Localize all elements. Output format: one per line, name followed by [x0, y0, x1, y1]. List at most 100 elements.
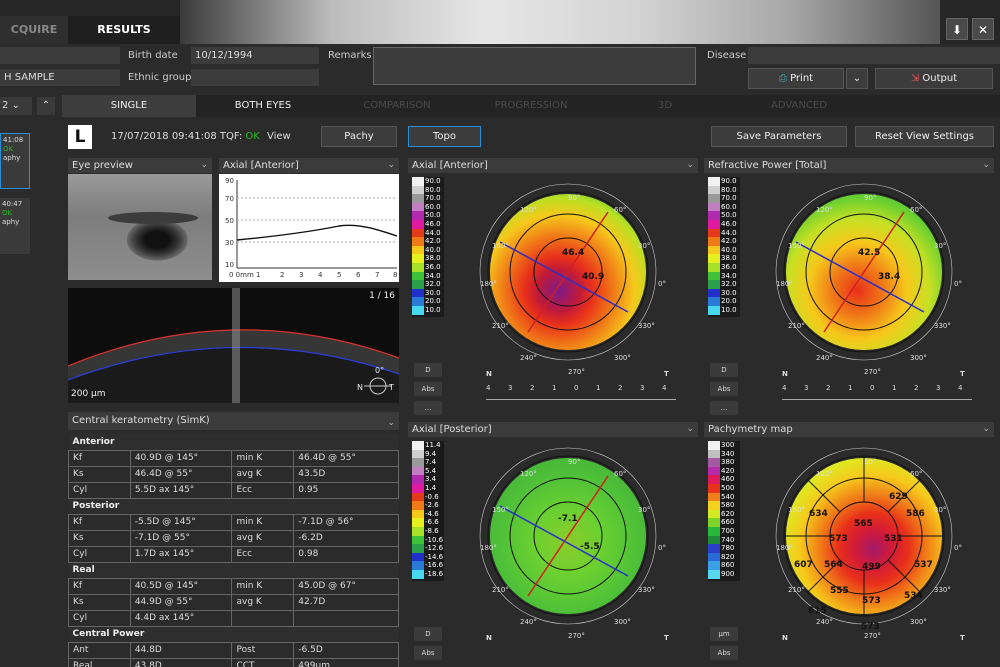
- profile-x-tick: 4: [318, 271, 323, 279]
- simk-cell: 1.7D ax 145°: [129, 545, 233, 563]
- refractive-power-d-button[interactable]: D: [710, 363, 738, 377]
- remarks-field[interactable]: [373, 47, 696, 85]
- scale-label: 32.0: [425, 280, 441, 289]
- scale-label: 700: [721, 526, 735, 535]
- simk-cell: [293, 609, 399, 627]
- profile-chart: 90 70 50 30 10 0 0mm 1 2 3 4 5 6 7 8: [219, 174, 399, 282]
- tab-3d[interactable]: 3D: [598, 95, 732, 117]
- pachymetry-abs-button[interactable]: Abs: [710, 646, 738, 660]
- profile-header[interactable]: Axial [Anterior] ⌄: [219, 158, 399, 173]
- thumb-type: aphy: [2, 218, 20, 226]
- ruler-tick: 1: [892, 384, 897, 392]
- pachymetry-um-button[interactable]: µm: [710, 627, 738, 641]
- pachy-value: 586: [906, 509, 925, 519]
- patient-id-field[interactable]: [0, 47, 120, 64]
- profile-y-tick: 90: [225, 177, 234, 185]
- scale-label: -6.6: [425, 518, 439, 527]
- scale-label: 90.0: [425, 177, 441, 185]
- refractive-power-abs-button[interactable]: Abs: [710, 382, 738, 396]
- scale-swatch: [708, 280, 720, 289]
- axial-posterior-abs-button[interactable]: Abs: [414, 646, 442, 660]
- scale-label: 30.0: [721, 288, 737, 297]
- download-icon[interactable]: ⬇: [946, 18, 968, 40]
- k-value: -7.1: [558, 514, 578, 524]
- topo-button[interactable]: Topo: [408, 126, 481, 147]
- compass-label: 60°: [614, 206, 627, 214]
- scale-row: 60.0: [708, 202, 740, 212]
- save-parameters-button[interactable]: Save Parameters: [711, 126, 847, 147]
- thumb-time: 41:08: [3, 136, 24, 144]
- simk-row: Kf 40.5D @ 145° min K 45.0D @ 67°: [68, 577, 399, 595]
- tab-progression[interactable]: PROGRESSION: [464, 95, 598, 117]
- profile-x-tick: 3: [299, 271, 303, 279]
- close-icon[interactable]: ✕: [972, 18, 994, 40]
- simk-cell: 40.9D @ 145°: [129, 449, 233, 467]
- tab-both-eyes[interactable]: BOTH EYES: [196, 95, 330, 117]
- tab-advanced[interactable]: ADVANCED: [732, 95, 866, 117]
- temporal-label: T: [664, 370, 669, 378]
- axial-anterior-more-button[interactable]: ...: [414, 401, 442, 415]
- axial-anterior-d-button[interactable]: D: [414, 363, 442, 377]
- scale-row: 10.0: [708, 305, 740, 315]
- scale-label: 740: [721, 535, 735, 544]
- pachymetry-header[interactable]: Pachymetry map ⌄: [704, 422, 994, 437]
- disease-field[interactable]: [748, 47, 1000, 64]
- axial-anterior-panel: Axial [Anterior] ⌄ 90.0 80.0 70.0 60.0 50.0 46.…: [408, 158, 698, 415]
- patient-name-field[interactable]: H SAMPLE: [0, 69, 120, 86]
- simk-cell: 4.4D ax 145°: [129, 609, 233, 627]
- output-button[interactable]: ⇲ Output: [875, 68, 993, 89]
- scale-row: 42.0: [412, 237, 444, 246]
- simk-section-row: Central Power: [68, 626, 399, 642]
- scale-swatch: [708, 501, 720, 510]
- compass-label: 270°: [568, 368, 585, 376]
- simk-row: Ant 44.8D Post -6.5D: [68, 641, 399, 659]
- tab-single[interactable]: SINGLE: [62, 95, 196, 117]
- collapse-button[interactable]: ⌃: [37, 97, 55, 115]
- pachy-button[interactable]: Pachy: [321, 126, 397, 147]
- tab-acquire[interactable]: CQUIRE: [0, 16, 68, 44]
- ethnic-group-field[interactable]: [191, 69, 319, 86]
- simk-header[interactable]: Central keratometry (SimK) ⌄: [68, 412, 399, 430]
- tab-results[interactable]: RESULTS: [68, 16, 180, 44]
- scale-row: 80.0: [412, 185, 444, 195]
- eye-preview-header[interactable]: Eye preview ⌄: [68, 158, 212, 173]
- axial-anterior-abs-button[interactable]: Abs: [414, 382, 442, 396]
- scale-swatch: [412, 458, 424, 467]
- exam-thumb-2[interactable]: 40:47 OK aphy: [0, 198, 30, 254]
- scale-row: 50.0: [708, 211, 740, 220]
- tab-comparison[interactable]: COMPARISON: [330, 95, 464, 117]
- simk-table-container: Anterior Kf 40.9D @ 145° min K 46.4D @ 55° Ks…: [68, 434, 399, 667]
- exam-selector[interactable]: 2 ⌄: [0, 97, 32, 115]
- simk-cell: Kf: [68, 449, 131, 467]
- profile-x-tick: 5: [337, 271, 341, 279]
- scale-swatch: [412, 561, 424, 570]
- scale-swatch: [412, 185, 424, 195]
- exam-thumb-1[interactable]: 41:08 OK aphy: [0, 133, 30, 189]
- top-bar: CQUIRE RESULTS ⬇ ✕: [0, 0, 1000, 44]
- scale-row: 70.0: [412, 194, 444, 203]
- scale-row: 20.0: [412, 297, 444, 306]
- scale-label: 30.0: [425, 288, 441, 297]
- scale-swatch: [412, 441, 424, 450]
- axial-anterior-header[interactable]: Axial [Anterior] ⌄: [408, 158, 698, 173]
- scale-label: -14.6: [425, 552, 444, 561]
- compass-label: 30°: [638, 242, 651, 250]
- scale-swatch: [708, 475, 720, 484]
- refractive-power-header[interactable]: Refractive Power [Total] ⌄: [704, 158, 994, 173]
- reset-view-button[interactable]: Reset View Settings: [855, 126, 994, 147]
- scale-swatch: [708, 254, 720, 263]
- scale-label: 900: [721, 569, 735, 578]
- print-button[interactable]: ⎙ Print: [748, 68, 844, 89]
- axial-posterior-header[interactable]: Axial [Posterior] ⌄: [408, 422, 698, 437]
- scale-swatch: [412, 526, 424, 536]
- scale-label: 340: [721, 449, 735, 458]
- scale-label: 580: [721, 501, 735, 510]
- print-dropdown-button[interactable]: ⌄: [846, 68, 868, 89]
- refractive-power-more-button[interactable]: ...: [710, 401, 738, 415]
- scale-row: -12.6: [412, 544, 444, 553]
- birth-date-field[interactable]: 10/12/1994: [191, 47, 319, 64]
- chevron-down-icon: ⌄: [982, 424, 990, 434]
- axial-posterior-d-button[interactable]: D: [414, 627, 442, 641]
- scale-swatch: [708, 288, 720, 298]
- scale-label: -12.6: [425, 544, 444, 553]
